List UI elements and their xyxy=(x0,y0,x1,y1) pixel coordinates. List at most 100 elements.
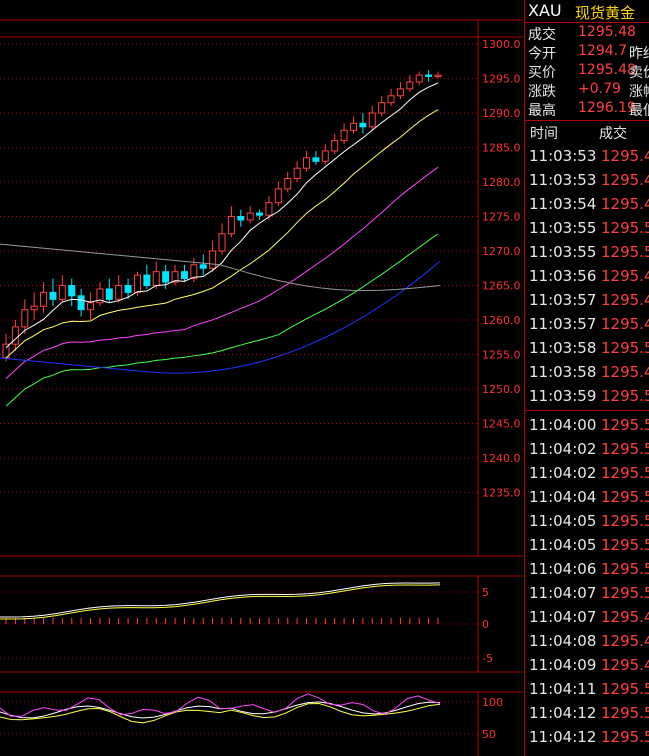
candle-body xyxy=(331,140,339,152)
candle-body xyxy=(124,285,132,293)
ma30-line xyxy=(5,233,439,407)
tick-price: 1295.5 xyxy=(601,387,649,405)
candle-body xyxy=(152,271,160,287)
candle-body xyxy=(162,271,170,283)
tick-row[interactable]: 11:04:08 1295.4 xyxy=(525,630,649,654)
tick-row[interactable]: 11:03:55 1295.5 xyxy=(525,241,649,265)
tick-row[interactable]: 11:03:59 1295.5 xyxy=(525,385,649,409)
tick-price: 1295.5 xyxy=(601,512,649,530)
candle-body xyxy=(415,74,423,83)
price-tick-label: 1295.0 xyxy=(482,73,521,86)
tick-row[interactable]: 11:04:07 1295.4 xyxy=(525,606,649,630)
tick-row[interactable]: 11:03:57 1295.4 xyxy=(525,313,649,337)
chart-canvas[interactable]: 1300.0 1295.0 1290.0 1285.0 1280.0 1275.0 1270… xyxy=(0,0,524,756)
candle-body xyxy=(199,264,207,269)
price-tick-label: 1270.0 xyxy=(482,245,521,258)
candle-body xyxy=(105,288,113,300)
price-tick-label: 1265.0 xyxy=(482,280,521,293)
tick-price: 1295.5 xyxy=(601,584,649,602)
tick-row[interactable]: 11:04:11 1295.5 xyxy=(525,678,649,702)
tick-row[interactable]: 11:03:53 1295.4 xyxy=(525,145,649,169)
tick-divider xyxy=(525,410,649,411)
tick-time: 11:04:07 xyxy=(529,608,597,626)
tick-time: 11:03:56 xyxy=(529,267,597,285)
tick-row[interactable]: 11:04:06 1295.5 xyxy=(525,558,649,582)
candle-body xyxy=(237,216,245,221)
candle-body xyxy=(293,167,301,180)
tick-time: 11:03:53 xyxy=(529,171,597,189)
tick-price: 1295.4 xyxy=(601,291,649,309)
tick-row[interactable]: 11:04:05 1295.5 xyxy=(525,534,649,558)
quote-label: 买价 xyxy=(528,65,556,81)
quote-row: 最高 1296.19最低 xyxy=(525,100,649,119)
tick-row[interactable]: 11:03:55 1295.5 xyxy=(525,217,649,241)
tick-price: 1295.5 xyxy=(601,536,649,554)
macd-tick-label: -5 xyxy=(482,652,493,665)
tick-price: 1295.5 xyxy=(601,243,649,261)
tick-time: 11:03:57 xyxy=(529,315,597,333)
macd-tick-label: 5 xyxy=(482,586,489,599)
tick-price: 1295.5 xyxy=(601,464,649,482)
tick-time: 11:04:12 xyxy=(529,704,597,722)
macd-dea-line xyxy=(0,584,441,620)
tick-row[interactable]: 11:04:02 1295.5 xyxy=(525,438,649,462)
candle-body xyxy=(265,202,273,216)
tick-price: 1295.4 xyxy=(601,267,649,285)
candle-body xyxy=(180,271,188,280)
tick-price: 1295.5 xyxy=(601,728,649,746)
quote-value: 1295.48 xyxy=(578,62,636,78)
tick-time: 11:03:58 xyxy=(529,339,597,357)
candle-body xyxy=(406,81,414,90)
candle-body xyxy=(40,291,48,307)
tick-price: 1295.5 xyxy=(601,416,649,434)
price-tick-label: 1285.0 xyxy=(482,142,521,155)
tick-row[interactable]: 11:03:54 1295.4 xyxy=(525,193,649,217)
quote-label-2: 涨幅 xyxy=(629,84,649,100)
quote-value: 1296.19 xyxy=(578,100,636,116)
candle-body xyxy=(284,178,292,190)
candle-body xyxy=(77,295,85,311)
price-tick-label: 1290.0 xyxy=(482,107,521,120)
price-tick-label: 1255.0 xyxy=(482,349,521,362)
macd-tick-label: 0 xyxy=(482,618,489,631)
tick-time: 11:04:05 xyxy=(529,536,597,554)
tick-price: 1295.4 xyxy=(601,171,649,189)
tick-time: 11:04:00 xyxy=(529,416,597,434)
tick-time: 11:03:57 xyxy=(529,291,597,309)
symbol-code[interactable]: XAU xyxy=(528,1,562,20)
ticks-header-time: 时间 xyxy=(530,126,558,142)
tick-row[interactable]: 11:04:07 1295.5 xyxy=(525,582,649,606)
quote-header: XAU 现货黄金 xyxy=(525,0,649,23)
candle-body xyxy=(434,74,442,77)
tick-row[interactable]: 11:03:56 1295.4 xyxy=(525,265,649,289)
candle-body xyxy=(359,122,367,128)
candle-body xyxy=(256,212,264,216)
candle-body xyxy=(274,188,282,204)
tick-row[interactable]: 11:04:12 1295.5 xyxy=(525,702,649,726)
tick-price: 1295.5 xyxy=(601,704,649,722)
tick-row[interactable]: 11:04:02 1295.5 xyxy=(525,462,649,486)
tick-time: 11:04:04 xyxy=(529,488,597,506)
tick-time: 11:03:55 xyxy=(529,243,597,261)
tick-row[interactable]: 11:04:00 1295.5 xyxy=(525,414,649,438)
candlestick-chart[interactable]: 1300.0 1295.0 1290.0 1285.0 1280.0 1275.0 1270… xyxy=(0,0,524,756)
tick-row[interactable]: 11:04:05 1295.5 xyxy=(525,510,649,534)
tick-price: 1295.4 xyxy=(601,632,649,650)
tick-row[interactable]: 11:04:09 1295.4 xyxy=(525,654,649,678)
tick-row[interactable]: 11:03:53 1295.4 xyxy=(525,169,649,193)
candle-body xyxy=(58,285,66,300)
tick-row[interactable]: 11:04:04 1295.5 xyxy=(525,486,649,510)
tick-price: 1295.5 xyxy=(601,488,649,506)
ticks-header: 时间 成交 xyxy=(525,120,649,143)
tick-price: 1295.5 xyxy=(601,680,649,698)
candle-body xyxy=(190,264,198,280)
tick-row[interactable]: 11:03:57 1295.4 xyxy=(525,289,649,313)
tick-time: 11:04:07 xyxy=(529,584,597,602)
candle-body xyxy=(368,112,376,128)
tick-row[interactable]: 11:04:12 1295.5 xyxy=(525,726,649,750)
tick-row[interactable]: 11:03:58 1295.4 xyxy=(525,361,649,385)
quote-value: 1294.7 xyxy=(578,43,627,59)
price-tick-label: 1260.0 xyxy=(482,314,521,327)
tick-price: 1295.4 xyxy=(601,363,649,381)
tick-row[interactable]: 11:03:58 1295.5 xyxy=(525,337,649,361)
